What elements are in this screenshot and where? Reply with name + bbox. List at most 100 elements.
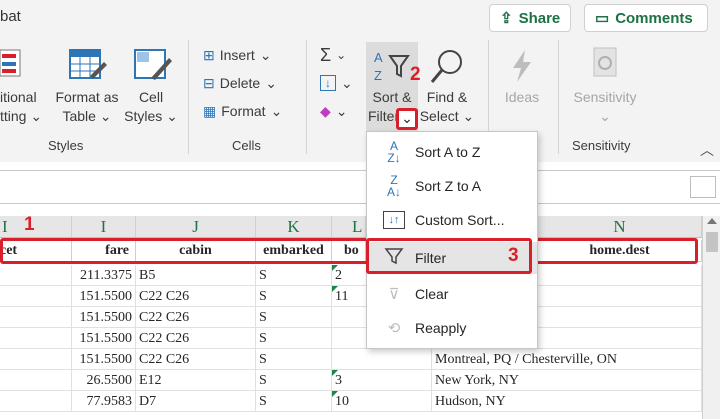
reapply-icon: ⟲: [387, 320, 401, 337]
table-cell[interactable]: C22 C26: [136, 286, 256, 307]
chevron-down-icon: ⌄: [270, 102, 283, 119]
formula-bar[interactable]: [0, 170, 720, 204]
expand-formula-bar-icon[interactable]: [690, 176, 716, 198]
table-cell[interactable]: 26.5500: [72, 370, 136, 391]
sensitivity-button[interactable]: Sensitivity ⌄: [566, 88, 644, 126]
menu-item-sort-a-to-z[interactable]: A Z↓ Sort A to Z: [367, 136, 537, 168]
insert-cells-icon: ⊞: [203, 46, 215, 63]
table-cell[interactable]: 211.3375: [72, 265, 136, 286]
table-cell[interactable]: [0, 307, 72, 328]
column-header-n[interactable]: N: [538, 216, 702, 238]
fill-button[interactable]: ↓ ⌄: [320, 72, 353, 94]
table-cell[interactable]: 10: [332, 391, 432, 412]
table-cell[interactable]: S: [256, 286, 332, 307]
find-select-button[interactable]: Find & Select ⌄: [418, 88, 476, 126]
table-cell[interactable]: Hudson, NY: [432, 391, 702, 412]
format-button[interactable]: ▦ Format ⌄: [203, 100, 282, 122]
error-indicator-icon: [332, 265, 338, 271]
step-2-annotation: 2: [410, 64, 421, 85]
vertical-scrollbar[interactable]: [702, 216, 720, 419]
table-cell[interactable]: 151.5500: [72, 349, 136, 370]
scrollbar-thumb[interactable]: [705, 232, 718, 252]
clear-button[interactable]: ◆ ⌄: [320, 100, 348, 122]
ideas-button[interactable]: Ideas: [500, 88, 544, 107]
autosum-button[interactable]: Σ ⌄: [320, 44, 346, 66]
share-button[interactable]: ⇪ Share: [489, 4, 571, 32]
cell-styles-icon[interactable]: [133, 46, 173, 84]
table-cell[interactable]: D7: [136, 391, 256, 412]
collapse-ribbon-icon[interactable]: ︿: [700, 140, 714, 160]
format-as-table-label[interactable]: Format as Table ⌄: [52, 88, 122, 126]
custom-sort-icon: ↓↑: [383, 211, 405, 229]
table-cell[interactable]: E12: [136, 370, 256, 391]
header-row-highlight: [0, 238, 698, 264]
error-indicator-icon: [332, 370, 338, 376]
error-indicator-icon: [332, 286, 338, 292]
eraser-icon: ◆: [320, 102, 331, 119]
table-cell[interactable]: C22 C26: [136, 307, 256, 328]
table-cell[interactable]: 3: [332, 370, 432, 391]
column-header-k[interactable]: K: [256, 216, 332, 238]
column-header-j[interactable]: J: [136, 216, 256, 238]
step-3-annotation: 3: [508, 245, 519, 266]
delete-button[interactable]: ⊟ Delete ⌄: [203, 72, 277, 94]
sensitivity-icon[interactable]: [588, 46, 622, 84]
table-cell[interactable]: B5: [136, 265, 256, 286]
sort-filter-icon: AZ: [372, 46, 412, 86]
table-cell[interactable]: S: [256, 349, 332, 370]
chevron-down-icon: ⌄: [265, 74, 277, 91]
share-icon: ⇪: [500, 10, 513, 27]
menu-item-clear[interactable]: ⊽ Clear: [367, 278, 537, 310]
insert-button[interactable]: ⊞ Insert ⌄: [203, 44, 271, 66]
svg-text:Z: Z: [374, 68, 382, 83]
table-cell[interactable]: S: [256, 265, 332, 286]
table-cell[interactable]: 151.5500: [72, 328, 136, 349]
group-divider: [558, 40, 559, 154]
step-1-annotation: 1: [24, 214, 35, 235]
comments-button[interactable]: ▭ Comments: [584, 4, 708, 32]
cell-styles-label[interactable]: Cell Styles ⌄: [122, 88, 180, 126]
conditional-formatting-label[interactable]: itional tting ⌄: [0, 88, 48, 126]
table-cell[interactable]: S: [256, 307, 332, 328]
menu-item-reapply[interactable]: ⟲ Reapply: [367, 312, 537, 344]
column-header-h[interactable]: I: [0, 216, 72, 238]
table-cell[interactable]: [0, 286, 72, 307]
window-title: bat: [0, 8, 21, 25]
comment-icon: ▭: [595, 10, 610, 27]
clear-filter-icon: ⊽: [388, 286, 400, 303]
table-cell[interactable]: C22 C26: [136, 349, 256, 370]
conditional-formatting-icon[interactable]: [0, 48, 26, 82]
error-indicator-icon: [332, 391, 338, 397]
table-cell[interactable]: S: [256, 370, 332, 391]
styles-group-label: Styles: [48, 138, 84, 153]
chevron-down-icon: ⌄: [259, 46, 272, 63]
table-cell[interactable]: 151.5500: [72, 286, 136, 307]
table-cell[interactable]: [0, 349, 72, 370]
fill-down-icon: ↓: [320, 75, 336, 91]
table-cell[interactable]: [0, 370, 72, 391]
lightning-icon[interactable]: [505, 48, 539, 84]
table-cell[interactable]: S: [256, 391, 332, 412]
group-divider: [306, 40, 307, 154]
sort-filter-dropdown-arrow[interactable]: ⌄: [396, 108, 418, 130]
table-cell[interactable]: Montreal, PQ / Chesterville, ON: [432, 349, 702, 370]
format-as-table-icon[interactable]: [68, 46, 108, 84]
table-cell[interactable]: New York, NY: [432, 370, 702, 391]
table-cell[interactable]: [0, 328, 72, 349]
table-cell[interactable]: [332, 349, 432, 370]
group-divider: [188, 40, 189, 154]
sensitivity-group-label: Sensitivity: [572, 138, 631, 153]
scroll-up-icon[interactable]: [706, 218, 717, 224]
table-cell[interactable]: C22 C26: [136, 328, 256, 349]
table-cell[interactable]: 151.5500: [72, 307, 136, 328]
table-cell[interactable]: 77.9583: [72, 391, 136, 412]
column-header-i[interactable]: I: [72, 216, 136, 238]
menu-item-sort-z-to-a[interactable]: Z A↓ Sort Z to A: [367, 170, 537, 202]
table-cell[interactable]: [0, 265, 72, 286]
table-cell[interactable]: S: [256, 328, 332, 349]
cells-group-label: Cells: [232, 138, 261, 153]
magnifier-icon: [428, 46, 468, 86]
menu-item-custom-sort[interactable]: ↓↑ Custom Sort...: [367, 204, 537, 236]
column-header-l[interactable]: L: [332, 216, 366, 238]
table-cell[interactable]: [0, 391, 72, 412]
